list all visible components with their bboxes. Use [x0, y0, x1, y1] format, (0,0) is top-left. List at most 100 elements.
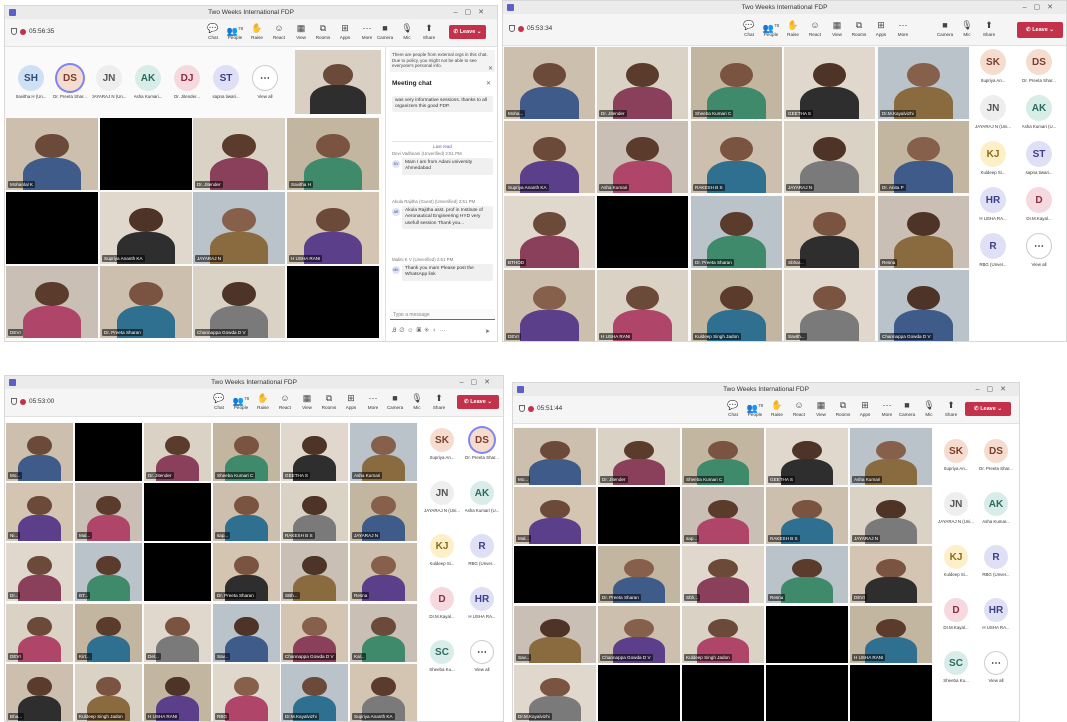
video-tile[interactable]: Channappa Gowda D V	[598, 606, 680, 663]
video-tile[interactable]: Channappa Gowda D V	[281, 604, 348, 662]
participant-avatar-tile[interactable]: SH Savitha H (Un...	[11, 65, 51, 99]
mic-button[interactable]: 🎙 Mic	[919, 399, 939, 418]
video-tile[interactable]: GEETHA S	[281, 423, 348, 481]
video-tile[interactable]: Sheeba Kumari C	[691, 47, 782, 119]
participant-avatar-tile[interactable]: HR H USHA RA...	[973, 187, 1013, 221]
message-input[interactable]: Type a message	[390, 309, 495, 320]
rooms-button[interactable]: ⧉ Rooms	[833, 399, 853, 418]
video-tile[interactable]: JAYARAJ N	[784, 121, 875, 193]
participant-avatar-tile[interactable]: AK Asha Kumari...	[128, 65, 168, 99]
compose-toolbar[interactable]: Ꭿ⌀☺▣◈♀⋯ ➤	[392, 328, 493, 335]
participant-avatar-tile[interactable]: R RBG (Unver...	[977, 545, 1015, 577]
video-tile[interactable]: sap...	[682, 487, 764, 544]
chat-button[interactable]: 💬 Chat	[723, 399, 743, 418]
video-tile[interactable]: Resna	[766, 546, 848, 603]
video-tile[interactable]: Supriya Ananth KA	[100, 192, 192, 264]
video-tile[interactable]: Dr. Preeta Sharan	[691, 196, 782, 268]
people-button[interactable]: 👥78 People	[231, 392, 251, 411]
participant-avatar-tile[interactable]: SK Supriya An...	[423, 428, 461, 460]
video-tile[interactable]: GEETHA S	[784, 47, 875, 119]
window-controls[interactable]: –▢✕	[460, 376, 497, 389]
more-button[interactable]: ⋯ More	[893, 19, 913, 38]
video-tile[interactable]: Mo...	[514, 428, 596, 485]
participant-avatar-tile[interactable]: D Dr.M.Kayal...	[1019, 187, 1059, 221]
people-button[interactable]: 👥78 People	[745, 399, 765, 418]
raise-button[interactable]: ✋ Raise	[767, 399, 787, 418]
video-tile[interactable]: Dr.M.Kayalvizhi	[514, 665, 596, 721]
participant-avatar-tile[interactable]: D Dr.M.Kayal...	[937, 598, 975, 630]
video-tile[interactable]: JAYARAJ N	[850, 487, 932, 544]
participant-avatar-tile[interactable]: KJ Kuldeep Si...	[423, 534, 461, 566]
participant-avatar-tile[interactable]: AK Asha Kumar...	[977, 492, 1015, 524]
view-button[interactable]: ▦ View	[827, 19, 847, 38]
more-button[interactable]: ⋯ More	[363, 392, 383, 411]
video-tile[interactable]: SBh...	[281, 543, 348, 601]
participant-avatar-tile[interactable]: JN JAYARAJ N (Uni...	[937, 492, 975, 524]
video-tile[interactable]: Dr. Jitender	[598, 428, 680, 485]
chat-button[interactable]: 💬 Chat	[739, 19, 759, 38]
video-tile[interactable]: Sheeba Kumari C	[213, 423, 280, 481]
video-tile[interactable]: Sheeba Kumari C	[682, 428, 764, 485]
video-tile[interactable]: GEETHA S	[766, 428, 848, 485]
video-tile[interactable]: Kuldeep Singh Jadon	[75, 664, 142, 721]
participant-avatar-tile[interactable]: JN JAYARAJ N (Uni...	[973, 95, 1013, 129]
video-tile[interactable]: Savitha H	[287, 118, 379, 190]
window-controls[interactable]: –▢✕	[976, 383, 1013, 396]
video-tile[interactable]: Kirt...	[75, 604, 142, 662]
video-tile[interactable]: Mal...	[75, 483, 142, 541]
more-icon[interactable]: ⋯	[439, 328, 448, 334]
video-tile[interactable]: Kal...	[350, 604, 417, 662]
video-tile[interactable]: RBG	[213, 664, 280, 721]
react-button[interactable]: ☺ React	[269, 22, 289, 41]
react-button[interactable]: ☺ React	[789, 399, 809, 418]
more-button[interactable]: ⋯ More	[877, 399, 897, 418]
video-tile[interactable]: Sbh...	[682, 546, 764, 603]
sticker-icon[interactable]: ◈	[424, 328, 432, 334]
mic-button[interactable]: 🎙 Mic	[397, 22, 417, 41]
video-tile-pinned[interactable]	[295, 50, 381, 114]
window-controls[interactable]: –▢✕	[1023, 1, 1060, 14]
participant-avatar-tile[interactable]: D Dr.M.Kayal...	[423, 587, 461, 619]
view-all-button[interactable]: ⋯ View all	[245, 65, 285, 99]
participant-avatar-tile[interactable]: DS Dr. Preeta Shar...	[1019, 49, 1059, 83]
participant-avatar-tile[interactable]: R RBG (Unver...	[463, 534, 501, 566]
video-tile[interactable]: Ni...	[6, 483, 73, 541]
video-tile[interactable]: H USHA RANI	[850, 606, 932, 663]
participant-avatar-tile[interactable]: SC Sheeba Ku...	[937, 651, 975, 683]
video-tile[interactable]: Dr.M.Kayalvizhi	[878, 47, 969, 119]
video-tile[interactable]: BT...	[75, 543, 142, 601]
raise-button[interactable]: ✋ Raise	[247, 22, 267, 41]
video-tile[interactable]: H USHA RANI	[287, 192, 379, 264]
participant-avatar-tile[interactable]: KJ Kuldeep Si...	[973, 141, 1013, 175]
view-button[interactable]: ▦ View	[291, 22, 311, 41]
leave-button[interactable]: ✆ Leave ⌄	[1017, 22, 1063, 38]
participant-avatar-tile[interactable]: ST sapna tiwari...	[206, 65, 246, 99]
apps-button[interactable]: ⊞ Apps	[871, 19, 891, 38]
participant-avatar-tile[interactable]: SC Sheeba Ku...	[423, 640, 461, 672]
people-button[interactable]: 👥78 People	[225, 22, 245, 41]
video-tile[interactable]: Asha Kumari	[850, 428, 932, 485]
more-button[interactable]: ⋯ More	[357, 22, 377, 41]
share-button[interactable]: ⬆ Share	[979, 19, 999, 38]
send-icon[interactable]: ➤	[485, 328, 493, 335]
react-button[interactable]: ☺ React	[275, 392, 295, 411]
participant-avatar-tile[interactable]: AK Asha Kumari (U...	[463, 481, 501, 513]
view-all-button[interactable]: ⋯ View all	[463, 640, 501, 672]
participant-avatar-tile[interactable]: R RBG (Unver...	[973, 233, 1013, 267]
video-tile[interactable]: H USHA RANI	[597, 270, 688, 341]
video-tile[interactable]: H USHA RANI	[144, 664, 211, 721]
video-tile[interactable]: Dr. Jitender	[193, 118, 285, 190]
rooms-button[interactable]: ⧉ Rooms	[849, 19, 869, 38]
people-button[interactable]: 👥78 People	[761, 19, 781, 38]
video-tile[interactable]: Dr. Jitender	[144, 423, 211, 481]
participant-avatar-tile[interactable]: KJ Kuldeep Si...	[937, 545, 975, 577]
rooms-button[interactable]: ⧉ Rooms	[319, 392, 339, 411]
view-button[interactable]: ▦ View	[811, 399, 831, 418]
video-tile[interactable]: DEVI	[6, 604, 73, 662]
video-tile[interactable]: Mohanlal K	[6, 118, 98, 190]
video-tile[interactable]: sap...	[213, 483, 280, 541]
raise-button[interactable]: ✋ Raise	[253, 392, 273, 411]
participant-avatar-tile[interactable]: DS Dr. Preeta Shar...	[977, 439, 1015, 471]
video-tile[interactable]: Supriya Ananth KA	[350, 664, 417, 721]
video-tile[interactable]: Resna	[350, 543, 417, 601]
